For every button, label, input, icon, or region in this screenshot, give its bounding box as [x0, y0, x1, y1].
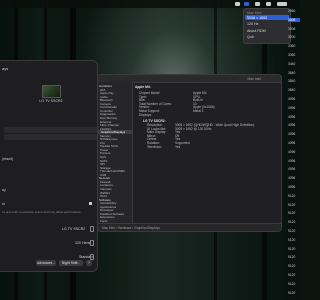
wifi-icon[interactable] [255, 2, 260, 6]
resolution-option[interactable]: 5120 [288, 238, 295, 242]
resolution-option[interactable]: 3840 [288, 71, 295, 75]
resolution-option[interactable]: 3200 [288, 35, 295, 39]
refresh-rate-select[interactable]: 120 Hertz [75, 241, 91, 245]
resolution-option[interactable]: 5120 [288, 291, 295, 295]
window-title: Mac mini [247, 76, 261, 81]
resolution-option[interactable]: 3840 [288, 79, 295, 83]
chevron-updown-icon [90, 240, 94, 246]
resolution-option[interactable]: 5120 [288, 264, 295, 268]
resolution-option[interactable]: 5120 [288, 255, 295, 259]
menu-item-refresh[interactable]: 120 Hz [247, 22, 258, 26]
resolution-option[interactable]: 3440 [288, 62, 295, 66]
resolution-option[interactable]: 5120 [288, 211, 295, 215]
menu-item-quit[interactable]: Quit [247, 35, 254, 39]
help-icon: ? [88, 261, 90, 265]
info-value: Metal 3 [193, 109, 204, 113]
resolution-option[interactable]: 4096 [288, 115, 295, 119]
resolution-option[interactable]: 5120 [288, 220, 295, 224]
display-select[interactable]: LG TV SSCR2 [62, 227, 85, 231]
resolution-option[interactable]: 4096 [288, 106, 295, 110]
resolution-option[interactable]: 4096 [288, 123, 295, 127]
resolution-option[interactable]: 4096 [288, 132, 295, 136]
resolution-option[interactable]: 4096 [288, 141, 295, 145]
resolution-option[interactable]: 4096 [288, 167, 295, 171]
resolution-option[interactable]: 3360 [288, 53, 295, 57]
window-title: ays [2, 66, 9, 71]
monitor-label: LG TV SSCR2 [39, 99, 63, 103]
resolution-option[interactable]: 4096 [288, 97, 295, 101]
resolution-option[interactable]: 2560 [288, 9, 295, 13]
resolution-option[interactable]: 4096 [288, 150, 295, 154]
resolution-row[interactable] [4, 127, 97, 133]
control-center-icon[interactable] [266, 2, 271, 6]
resolution-option[interactable]: 4096 [288, 176, 295, 180]
help-button[interactable]: ? [86, 260, 92, 266]
sidebar: Hardware ATA Apple Pay Audio Bluetooth Camera… [98, 82, 133, 223]
setting-description: ss and color to enhance colors and may a… [2, 210, 82, 214]
info-value: Yes [175, 144, 181, 149]
resolution-option[interactable]: 3840 [288, 88, 295, 92]
resolution-option[interactable]: 4096 [288, 185, 295, 189]
system-settings-window: ays LG TV SSCR2 (efault) ay st ss and co… [0, 60, 98, 272]
chevron-right-icon: › [247, 15, 249, 20]
info-key: Television: [147, 144, 162, 149]
setting-label: ay [2, 188, 6, 192]
resolution-option[interactable]: 5120 [288, 247, 295, 251]
detail-pane: Apple M4: Chipset Model: Apple M4 Type: GPU B… [133, 82, 281, 223]
breadcrumb: Mac Mini › Hardware › Graphics/Displays [102, 226, 160, 230]
menu-bar [0, 0, 300, 8]
monitor-thumbnail[interactable] [42, 85, 61, 98]
resolution-row[interactable] [4, 134, 97, 140]
resolution-option[interactable]: 3008 [288, 27, 295, 31]
info-key: Displays: [139, 112, 152, 117]
battery-icon[interactable] [235, 2, 240, 6]
section-heading: Apple M4: [135, 85, 151, 89]
display-icon[interactable] [244, 2, 249, 6]
resolution-option[interactable]: 5120 [288, 194, 295, 198]
resolution-option[interactable]: 5120 [288, 203, 295, 207]
resolution-option[interactable]: 5120 [288, 282, 295, 286]
status-bar: Mac Mini › Hardware › Graphics/Displays [98, 223, 281, 231]
menu-selected-resolution[interactable]: 3008 × 1692 › [245, 15, 289, 20]
menu-item-about[interactable]: About RDM [247, 29, 266, 33]
default-label: (efault) [2, 157, 14, 161]
chevron-updown-icon [90, 226, 94, 232]
resolution-option[interactable]: 5120 [288, 273, 295, 277]
system-information-window: Mac mini Hardware ATA Apple Pay Audio Blueto… [97, 74, 282, 232]
resolution-option[interactable]: 4096 [288, 159, 295, 163]
advanced-button[interactable]: Advanced... [36, 260, 56, 266]
clock-icon[interactable] [277, 2, 287, 6]
night-shift-button[interactable]: Night Shift... [59, 260, 83, 266]
resolution-menu: Mac Mini 3008 × 1692 › 120 Hz About RDM … [243, 8, 291, 44]
resolution-option[interactable]: 5120 [288, 229, 295, 233]
resolution-option[interactable]: 3360 [288, 44, 295, 48]
resolution-option[interactable]: 3008 [288, 17, 300, 22]
setting-toggle[interactable] [89, 202, 92, 205]
info-value: 3008 × 1692 @ 120.00Hz [175, 126, 212, 131]
setting-label: st [2, 202, 5, 206]
